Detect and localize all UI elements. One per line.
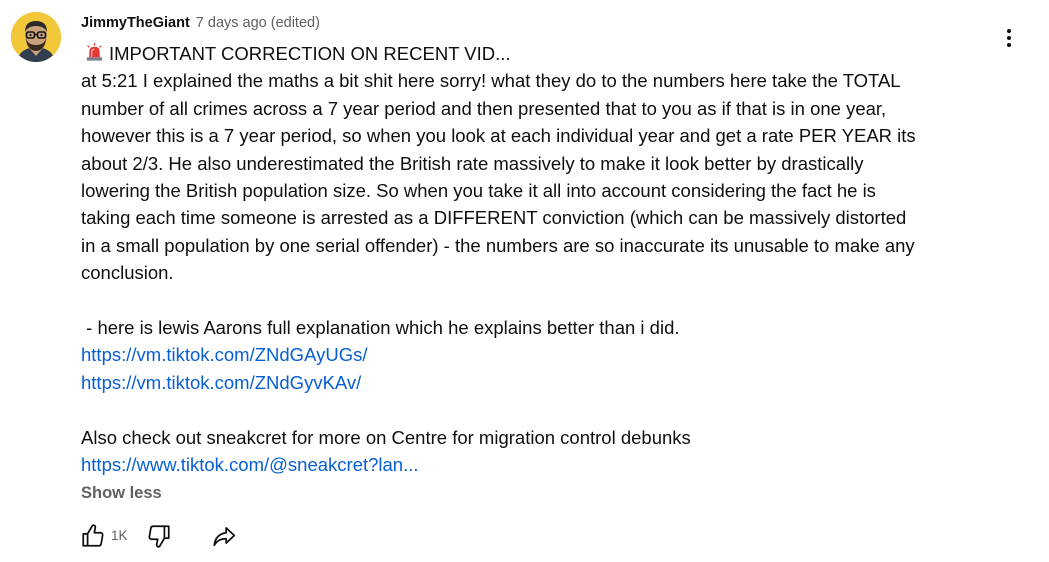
link-line: https://vm.tiktok.com/ZNdGyvKAv/ [81,369,1001,396]
share-icon [213,527,236,547]
avatar[interactable] [11,12,61,62]
comment-text: IMPORTANT CORRECTION ON RECENT VID... at… [81,40,1001,478]
share-button[interactable] [208,520,240,552]
police-siren-icon [86,43,103,61]
like-count: 1K [111,528,128,543]
also-check-line: Also check out sneakcret for more on Cen… [81,426,691,448]
comment-line: number of all crimes across a 7 year per… [81,97,887,119]
cartoon-avatar-icon [11,12,61,62]
link-line: https://www.tiktok.com/@sneakcret?lan... [81,451,1001,478]
comment-title: IMPORTANT CORRECTION ON RECENT VID... [109,43,511,64]
comment-menu-button[interactable] [993,22,1025,54]
comment-line: taking each time someone is arrested as … [81,207,907,229]
more-vertical-icon [1007,29,1011,47]
comment-line: in a small population by one serial offe… [81,234,915,256]
like-button[interactable] [77,520,109,552]
thumbs-down-icon [148,525,170,548]
thumbs-up-icon [82,524,104,547]
comment-thread: JimmyTheGiant 7 days ago (edited) IMPORTA… [0,0,1049,562]
comment-title-line: IMPORTANT CORRECTION ON RECENT VID... [81,40,1001,67]
comment-timestamp[interactable]: 7 days ago (edited) [196,15,320,31]
show-less-button[interactable]: Show less [81,482,162,504]
author-name[interactable]: JimmyTheGiant [81,15,190,31]
comment-line: conclusion. [81,262,174,284]
comment-line: however this is a 7 year period, so when… [81,125,916,147]
link-line: https://vm.tiktok.com/ZNdGAyUGs/ [81,341,1001,368]
comment-line: about 2/3. He also underestimated the Br… [81,152,864,174]
tiktok-link-1[interactable]: https://vm.tiktok.com/ZNdGAyUGs/ [81,344,367,365]
sneakcret-link[interactable]: https://www.tiktok.com/@sneakcret?lan... [81,454,419,475]
tiktok-link-2[interactable]: https://vm.tiktok.com/ZNdGyvKAv/ [81,372,361,393]
comment-line: lowering the British population size. So… [81,180,876,202]
dislike-button[interactable] [143,520,175,552]
comment-line: at 5:21 I explained the maths a bit shit… [81,70,901,92]
explanation-line: - here is lewis Aarons full explanation … [81,317,680,339]
comment-header: JimmyTheGiant 7 days ago (edited) [81,13,1001,33]
comment-body: JimmyTheGiant 7 days ago (edited) IMPORTA… [81,13,1001,478]
